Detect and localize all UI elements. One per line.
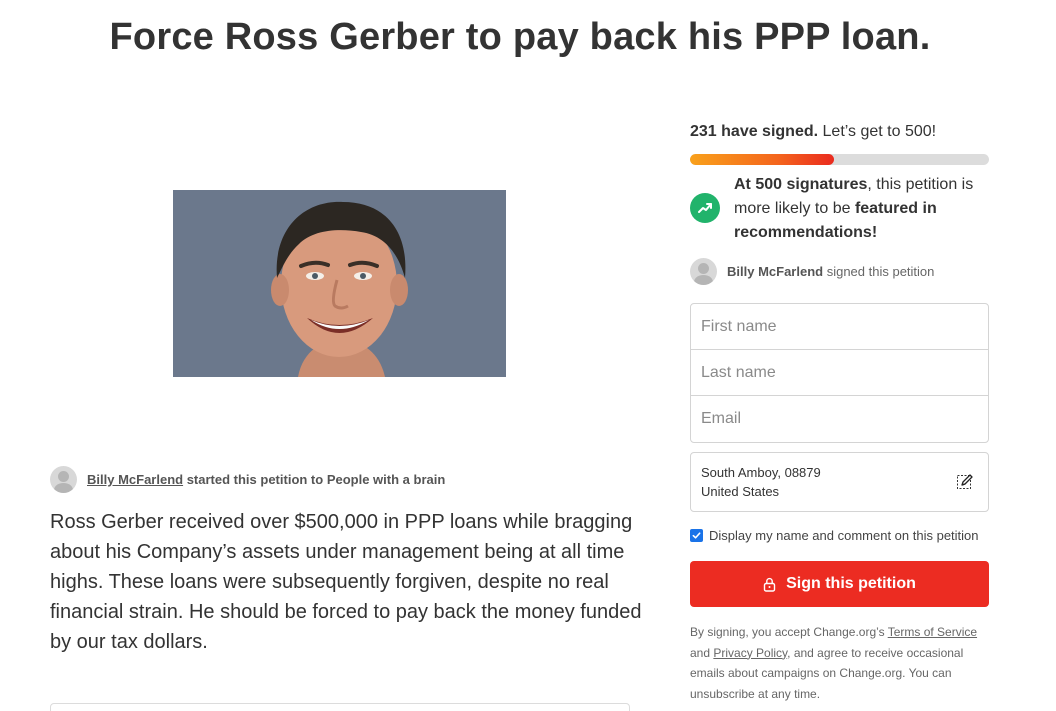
privacy-policy-link[interactable]: Privacy Policy (713, 646, 787, 660)
recent-signer-text: signed this petition (826, 264, 935, 279)
trending-up-icon (690, 193, 720, 223)
signature-count: 231 have signed. Let’s get to 500! (690, 123, 936, 141)
signature-progress-bar (690, 154, 989, 165)
starter-line: Billy McFarlend started this petition to… (87, 472, 445, 487)
display-consent-label: Display my name and comment on this peti… (709, 528, 979, 543)
terms-of-service-link[interactable]: Terms of Service (888, 625, 977, 639)
first-name-field[interactable] (691, 304, 988, 350)
page-title: Force Ross Gerber to pay back his PPP lo… (109, 16, 931, 58)
signed-count-text: 231 have signed. (690, 123, 819, 140)
name-email-fields (690, 303, 989, 443)
legal-and: and (690, 645, 714, 660)
content-card (50, 703, 630, 711)
goal-text: Let’s get to 500! (822, 123, 937, 140)
display-consent: Display my name and comment on this peti… (690, 528, 979, 543)
recent-signer: Billy McFarlend signed this petition (690, 258, 934, 285)
starter-text: started this petition to People with a b… (186, 472, 446, 487)
milestone-text: At 500 signatures, this petition is more… (734, 173, 989, 245)
petition-photo (173, 190, 506, 377)
progress-fill (690, 154, 834, 165)
recent-signer-name: Billy McFarlend (727, 264, 824, 279)
legal-pre: By signing, you accept Change.org’s (690, 625, 888, 639)
portrait-illustration (173, 190, 506, 377)
last-name-field[interactable] (691, 350, 988, 396)
milestone-strong-1: At 500 signatures (734, 176, 868, 193)
milestone-callout: At 500 signatures, this petition is more… (690, 173, 989, 245)
edit-icon[interactable] (956, 473, 974, 491)
location-field[interactable]: South Amboy, 08879 United States (690, 452, 989, 512)
recent-signer-line: Billy McFarlend signed this petition (727, 264, 934, 279)
email-field[interactable] (691, 396, 988, 442)
display-name-checkbox[interactable] (690, 529, 703, 542)
avatar (690, 258, 717, 285)
legal-notice: By signing, you accept Change.org’s Term… (690, 622, 989, 704)
avatar (50, 466, 77, 493)
petition-description: Ross Gerber received over $500,000 in PP… (50, 511, 642, 653)
petition-starter: Billy McFarlend started this petition to… (50, 466, 445, 493)
location-line-1: South Amboy, 08879 (701, 465, 821, 480)
location-line-2: United States (701, 484, 780, 499)
lock-icon (763, 577, 776, 592)
starter-name-link[interactable]: Billy McFarlend (87, 472, 183, 487)
sign-petition-button[interactable]: Sign this petition (690, 561, 989, 607)
sign-button-label: Sign this petition (786, 575, 916, 592)
